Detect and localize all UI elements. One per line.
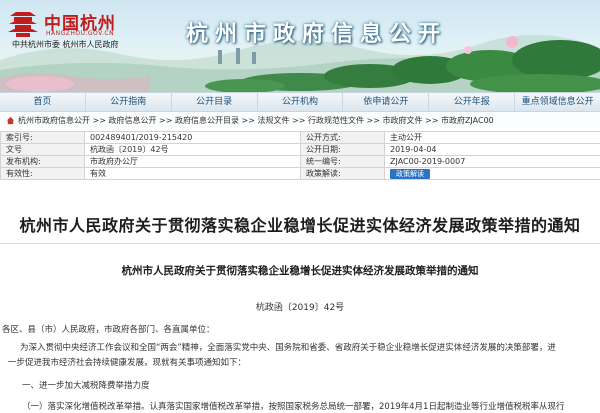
nav-item-home[interactable]: 首页 — [0, 93, 86, 111]
table-row: 有效性: 有效 政策解读: 政策解读 — [0, 167, 600, 180]
meta-key: 索引号: — [0, 131, 85, 144]
meta-value: 有效 — [84, 167, 301, 180]
body-paragraph: 为深入贯彻中央经济工作会议和全国“两会”精神，全面落实党中央、国务院和省委、省政… — [20, 343, 556, 353]
table-row: 发布机构: 市政府办公厅 统一编号: ZJAC00-2019-0007 — [0, 155, 600, 168]
logo-url: HANGZHOU.GOV.CN — [46, 30, 115, 37]
pagoda-logo-icon — [8, 12, 38, 37]
meta-value: 市政府办公厅 — [84, 155, 301, 168]
body-paragraph: 一步促进我市经济社会持续健康发展，现就有关事项通知如下： — [8, 358, 247, 368]
meta-key: 政策解读: — [300, 167, 385, 180]
main-nav: 首页 公开指南 公开目录 公开机构 依申请公开 公开年报 重点领域信息公开 — [0, 92, 600, 112]
site-banner: 中国杭州 HANGZHOU.GOV.CN 中共杭州市委 杭州市人民政府 杭州市政… — [0, 0, 600, 92]
meta-key: 公开日期: — [300, 143, 385, 156]
meta-value-cell: 政策解读 — [384, 167, 600, 180]
document-number: 杭政函〔2019〕42号 — [255, 303, 345, 313]
meta-value: 2019-04-04 — [384, 143, 600, 156]
nav-item-guide[interactable]: 公开指南 — [86, 93, 172, 111]
table-row: 文号 杭政函〔2019〕42号 公开日期: 2019-04-04 — [0, 143, 600, 156]
document-title: 杭州市人民政府关于贯彻落实稳企业稳增长促进实体经济发展政策举措的通知 — [19, 216, 581, 235]
meta-value: 002489401/2019-215420 — [84, 131, 301, 144]
site-title: 杭州市政府信息公开 — [186, 21, 448, 47]
meta-key: 文号 — [0, 143, 85, 156]
breadcrumb: 杭州市政府信息公开 >> 政府信息公开 >> 政府信息公开目录 >> 法规文件 … — [0, 113, 600, 128]
nav-item-catalog[interactable]: 公开目录 — [172, 93, 258, 111]
body-paragraph: 各区、县（市）人民政府，市政府各部门、各直属单位： — [2, 325, 215, 335]
title-divider — [0, 243, 600, 244]
meta-value: 主动公开 — [384, 131, 600, 144]
document-subtitle: 杭州市人民政府关于贯彻落实稳企业稳增长促进实体经济发展政策举措的通知 — [121, 265, 479, 277]
meta-key: 发布机构: — [0, 155, 85, 168]
hangzhou-logo[interactable]: 中国杭州 HANGZHOU.GOV.CN 中共杭州市委 杭州市人民政府 — [6, 6, 124, 49]
meta-value: 杭政函〔2019〕42号 — [84, 143, 301, 156]
meta-key: 公开方式: — [300, 131, 385, 144]
section-heading: 一、进一步加大减税降费举措力度 — [22, 381, 150, 391]
document-metadata-table: 索引号: 002489401/2019-215420 公开方式: 主动公开 文号… — [0, 131, 600, 180]
body-paragraph: （一）落实深化增值税改革举措。认真落实国家增值税改革举措，按照国家税务总局统一部… — [22, 402, 565, 412]
logo-subtitle: 中共杭州市委 杭州市人民政府 — [12, 40, 119, 49]
meta-key: 统一编号: — [300, 155, 385, 168]
policy-interpretation-button[interactable]: 政策解读 — [390, 169, 430, 179]
nav-item-agencies[interactable]: 公开机构 — [258, 93, 344, 111]
breadcrumb-path[interactable]: 杭州市政府信息公开 >> 政府信息公开 >> 政府信息公开目录 >> 法规文件 … — [18, 116, 494, 125]
nav-item-annual-report[interactable]: 公开年报 — [429, 93, 516, 111]
nav-item-key-areas[interactable]: 重点领域信息公开 — [515, 93, 600, 111]
table-row: 索引号: 002489401/2019-215420 公开方式: 主动公开 — [0, 131, 600, 144]
meta-value: ZJAC00-2019-0007 — [384, 155, 600, 168]
meta-key: 有效性: — [0, 167, 85, 180]
nav-item-request[interactable]: 依申请公开 — [343, 93, 430, 111]
home-icon[interactable] — [6, 116, 15, 125]
